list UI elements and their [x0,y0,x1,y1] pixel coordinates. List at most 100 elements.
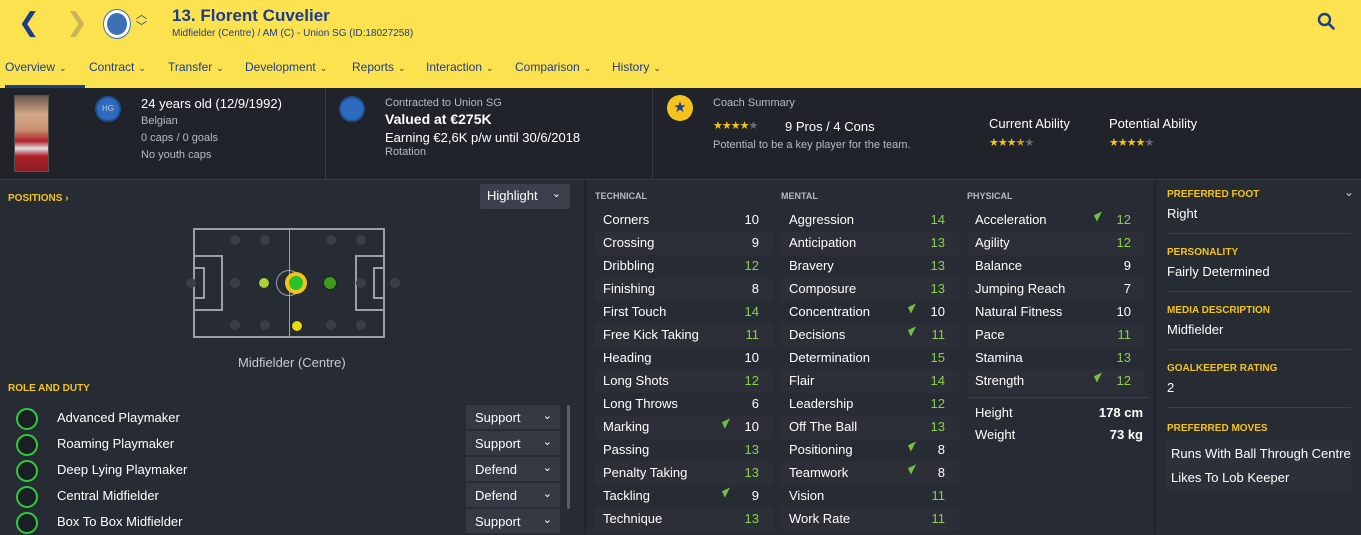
role-row[interactable]: Box To Box Midfielder Support ⌄ [14,509,574,535]
position-dot[interactable] [230,320,240,330]
preferred-foot: Right [1167,206,1198,221]
attribute-row[interactable]: Technique 13 [595,508,773,531]
attribute-row[interactable]: Dribbling 12 [595,255,773,278]
attribute-row[interactable]: Jumping Reach 7 [967,278,1145,301]
attribute-row[interactable]: Anticipation 13 [781,232,959,255]
attribute-row[interactable]: Penalty Taking 13 [595,462,773,485]
attribute-row[interactable]: Finishing 8 [595,278,773,301]
position-dot[interactable] [326,320,336,330]
search-button[interactable] [1317,12,1335,30]
position-dot[interactable] [230,278,240,288]
chevron-down-icon: ⌄ [542,513,552,526]
attribute-name: Jumping Reach [975,281,1066,296]
attribute-row[interactable]: First Touch 14 [595,301,773,324]
pros-cons[interactable]: 9 Pros / 4 Cons [785,119,875,134]
back-button[interactable]: ❮ [18,10,40,36]
tab-reports[interactable]: Reports ⌄ [352,58,426,88]
attribute-name: Decisions [789,327,846,342]
attribute-row[interactable]: Vision 11 [781,485,959,508]
position-dot[interactable] [356,235,366,245]
attribute-value: 13 [744,465,759,480]
attribute-row[interactable]: Leadership 12 [781,393,959,416]
attribute-row[interactable]: Balance 9 [967,255,1145,278]
club-badge-icon[interactable] [339,96,365,122]
position-dot-unconvincing[interactable] [291,320,303,332]
attribute-row[interactable]: Composure 13 [781,278,959,301]
attribute-row[interactable]: Natural Fitness 10 [967,301,1145,324]
position-dot-natural[interactable] [323,276,337,290]
attribute-row[interactable]: Teamwork 8 [781,462,959,485]
attribute-row[interactable]: Long Shots 12 [595,370,773,393]
attribute-row[interactable]: Heading 10 [595,347,773,370]
highlight-dropdown[interactable]: Highlight ⌄ [480,184,570,209]
attribute-row[interactable]: Stamina 13 [967,347,1145,370]
attribute-name: Teamwork [789,465,849,480]
position-dot[interactable] [356,320,366,330]
attribute-row[interactable]: Marking 10 [595,416,773,439]
position-dot[interactable] [186,278,196,288]
crest-menu-toggle[interactable]: ︿ ﹀ [136,9,147,33]
position-dot[interactable] [230,235,240,245]
attribute-row[interactable]: Aggression 14 [781,209,959,232]
tab-interaction[interactable]: Interaction ⌄ [426,58,515,88]
position-dot[interactable] [390,278,400,288]
position-dot-competent[interactable] [258,277,270,289]
player-subtitle[interactable]: Midfielder (Centre) / AM (C) - Union SG … [172,28,413,39]
attribute-row[interactable]: Strength 12 [967,370,1145,393]
tab-comparison[interactable]: Comparison ⌄ [515,58,612,88]
tab-overview[interactable]: Overview ⌄ [5,58,85,88]
divider [1167,291,1351,292]
role-icon [16,460,38,482]
attribute-row[interactable]: Free Kick Taking 11 [595,324,773,347]
attribute-name: Stamina [975,350,1023,365]
duty-dropdown[interactable]: Defend ⌄ [466,457,560,481]
position-dot[interactable] [356,278,366,288]
attribute-row[interactable]: Corners 10 [595,209,773,232]
tab-development[interactable]: Development ⌄ [245,58,352,88]
attribute-row[interactable]: Work Rate 11 [781,508,959,531]
role-row[interactable]: Central Midfielder Defend ⌄ [14,483,574,509]
role-duty-heading: ROLE AND DUTY [8,383,90,394]
roles-scrollbar[interactable] [567,405,570,509]
attribute-row[interactable]: Flair 14 [781,370,959,393]
role-row[interactable]: Advanced Playmaker Support ⌄ [14,405,574,431]
club-crest-icon[interactable] [104,10,130,38]
forward-button[interactable]: ❯ [66,10,88,36]
duty-dropdown[interactable]: Support ⌄ [466,405,560,429]
position-dot[interactable] [326,235,336,245]
duty-dropdown[interactable]: Defend ⌄ [466,483,560,507]
chevron-down-icon[interactable]: ⌄ [1344,185,1354,199]
attribute-row[interactable]: Concentration 10 [781,301,959,324]
player-nationality[interactable]: Belgian [141,115,178,127]
role-row[interactable]: Roaming Playmaker Support ⌄ [14,431,574,457]
attribute-row[interactable]: Bravery 13 [781,255,959,278]
positions-heading[interactable]: POSITIONS › [8,193,69,204]
attribute-row[interactable]: Off The Ball 13 [781,416,959,439]
attribute-row[interactable]: Tackling 9 [595,485,773,508]
attribute-name: Pace [975,327,1005,342]
tab-history[interactable]: History ⌄ [612,58,682,88]
attribute-name: Vision [789,488,825,503]
position-label: Midfielder (Centre) [238,355,346,370]
tab-transfer[interactable]: Transfer ⌄ [168,58,245,88]
position-dot[interactable] [260,235,270,245]
attribute-row[interactable]: Long Throws 6 [595,393,773,416]
attribute-value: 13 [744,442,759,457]
attribute-row[interactable]: Acceleration 12 [967,209,1145,232]
duty-dropdown[interactable]: Support ⌄ [466,509,560,533]
attribute-name: Finishing [603,281,656,296]
tab-contract[interactable]: Contract ⌄ [89,58,168,88]
position-dot[interactable] [260,320,270,330]
attribute-row[interactable]: Passing 13 [595,439,773,462]
position-dot-current[interactable] [285,272,307,294]
attribute-row[interactable]: Decisions 11 [781,324,959,347]
attribute-row[interactable]: Crossing 9 [595,232,773,255]
duty-dropdown[interactable]: Support ⌄ [466,431,560,455]
attribute-row[interactable]: Pace 11 [967,324,1145,347]
attribute-row[interactable]: Determination 15 [781,347,959,370]
physical-heading: PHYSICAL [967,191,1013,201]
role-row[interactable]: Deep Lying Playmaker Defend ⌄ [14,457,574,483]
attribute-row[interactable]: Positioning 8 [781,439,959,462]
attribute-name: Work Rate [789,511,851,526]
attribute-row[interactable]: Agility 12 [967,232,1145,255]
